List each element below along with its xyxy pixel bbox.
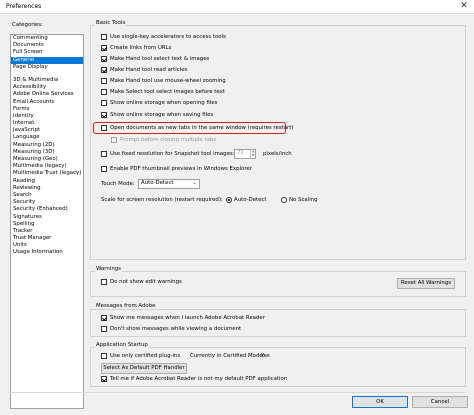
category-item[interactable]: Multimedia Trust (legacy) (11, 170, 83, 177)
fixed-resolution-checkbox[interactable] (101, 151, 107, 157)
storage-opening-checkbox[interactable] (101, 100, 107, 106)
category-item[interactable]: Security (Enhanced) (11, 206, 83, 213)
warnings-label: Warnings (95, 266, 122, 272)
hand-read-checkbox[interactable] (101, 67, 107, 73)
category-item[interactable]: Accessibility (11, 84, 83, 91)
category-item[interactable]: Measuring (Geo) (11, 156, 83, 163)
prompt-close-tabs-checkbox[interactable] (111, 137, 117, 143)
touch-mode-select[interactable]: Auto-Detect ⌄ (138, 179, 200, 189)
viewing-messages-label: Don't show messages while viewing a docu… (110, 326, 242, 332)
category-item[interactable]: Internet (11, 120, 83, 127)
hand-select-label: Make Hand tool select text & images (110, 56, 210, 62)
touch-mode-label: Touch Mode: (101, 181, 135, 187)
spinner-arrows-icon[interactable]: ▲ ▼ (250, 149, 255, 158)
viewing-messages-checkbox[interactable] (101, 326, 107, 332)
scale-label: Scale for screen resolution (restart req… (101, 197, 223, 203)
launch-messages-label: Show me messages when I launch Adobe Acr… (110, 315, 265, 321)
window-title: Preferences (6, 3, 42, 10)
category-item[interactable]: Measuring (2D) (11, 142, 83, 149)
category-item[interactable]: 3D & Multimedia (11, 77, 83, 84)
certified-plugins-label: Use only certified plug-ins (110, 353, 181, 359)
basic-tools-label: Basic Tools (95, 20, 127, 26)
hand-zoom-label: Make Hand tool use mouse-wheel zooming (110, 78, 226, 84)
category-item[interactable]: Reading (11, 178, 83, 185)
edit-warnings-label: Do not show edit warnings (110, 279, 182, 285)
pixels-per-inch-label: pixels/inch (263, 151, 292, 157)
footer-divider (8, 392, 466, 393)
new-tabs-checkbox[interactable] (101, 125, 107, 131)
category-item[interactable]: Tracker (11, 228, 83, 235)
category-item[interactable]: Multimedia (legacy) (11, 163, 83, 170)
category-item[interactable]: JavaScript (11, 127, 83, 134)
reset-warnings-button[interactable]: Reset All Warnings (397, 278, 455, 289)
certified-plugins-checkbox[interactable] (101, 353, 107, 359)
default-handler-button[interactable]: Select As Default PDF Handler (101, 363, 187, 374)
certified-mode-label: Currently in Certified Mode: (190, 353, 265, 359)
category-item[interactable]: Email Accounts (11, 99, 83, 106)
categories-label: Categories: (12, 22, 43, 28)
prompt-close-tabs-label: Prompt before closing multiple tabs (120, 137, 217, 143)
chevron-down-icon: ⌄ (192, 180, 197, 186)
category-item[interactable]: Reviewing (11, 185, 83, 192)
category-item[interactable]: Language (11, 134, 83, 141)
ok-button[interactable]: OK (352, 396, 408, 408)
tell-default-label: Tell me if Adobe Acrobat Reader is not m… (110, 376, 288, 382)
thumbnail-previews-label: Enable PDF thumbnail previews in Windows… (110, 166, 252, 172)
scale-none-radio[interactable] (281, 197, 287, 203)
touch-mode-value: Auto-Detect (141, 180, 174, 186)
category-item-selected[interactable]: General (11, 56, 83, 64)
snapshot-resolution-input[interactable]: 72 ▲ ▼ (234, 149, 256, 159)
categories-list[interactable]: Commenting Documents Full Screen General… (10, 34, 84, 409)
category-item[interactable]: Adobe Online Services (11, 91, 83, 98)
category-item[interactable]: Trust Manager (11, 235, 83, 242)
category-item[interactable]: Page Display (11, 64, 83, 71)
scale-auto-radio[interactable] (226, 197, 232, 203)
cancel-button[interactable]: Cancel (412, 396, 468, 408)
select-images-checkbox[interactable] (101, 89, 107, 95)
category-item[interactable]: Forms (11, 106, 83, 113)
hand-read-label: Make Hand tool read articles (110, 67, 188, 73)
scale-auto-label: Auto-Detect (234, 197, 267, 203)
thumbnail-previews-checkbox[interactable] (101, 166, 107, 172)
storage-saving-checkbox[interactable] (101, 112, 107, 118)
category-item[interactable]: Security (11, 199, 83, 206)
hand-select-checkbox[interactable] (101, 56, 107, 62)
close-icon[interactable]: ✕ (459, 1, 469, 12)
category-item[interactable]: Identity (11, 113, 83, 120)
tell-default-checkbox[interactable] (101, 376, 107, 382)
single-key-checkbox[interactable] (101, 34, 107, 40)
fixed-resolution-label: Use fixed resolution for Snapshot tool i… (110, 151, 235, 157)
messages-group (90, 309, 466, 337)
new-tabs-label: Open documents as new tabs in the same w… (110, 125, 294, 131)
storage-saving-label: Show online storage when saving files (110, 112, 214, 118)
category-item[interactable]: Units (11, 242, 83, 249)
category-item[interactable]: Signatures (11, 214, 83, 221)
snapshot-resolution-value: 72 (237, 150, 244, 156)
category-item[interactable]: Measuring (3D) (11, 149, 83, 156)
hand-zoom-checkbox[interactable] (101, 78, 107, 84)
category-item[interactable]: Search (11, 192, 83, 199)
launch-messages-checkbox[interactable] (101, 315, 107, 321)
edit-warnings-checkbox[interactable] (101, 279, 107, 285)
category-item[interactable]: Spelling (11, 221, 83, 228)
messages-label: Messages from Adobe (95, 303, 157, 309)
title-bar (0, 0, 474, 14)
category-item[interactable]: Full Screen (11, 49, 83, 56)
select-images-label: Make Select tool select images before te… (110, 89, 225, 95)
create-links-label: Create links from URLs (110, 45, 172, 51)
category-item[interactable]: Documents (11, 42, 83, 49)
create-links-checkbox[interactable] (101, 45, 107, 51)
single-key-label: Use single-key accelerators to access to… (110, 34, 226, 40)
storage-opening-label: Show online storage when opening files (110, 100, 218, 106)
startup-label: Application Startup (95, 342, 149, 348)
category-item[interactable]: Commenting (11, 35, 83, 42)
scale-none-label: No Scaling (289, 197, 318, 203)
certified-mode-value: Yes (261, 353, 270, 359)
category-item[interactable]: Usage Information (11, 249, 83, 256)
